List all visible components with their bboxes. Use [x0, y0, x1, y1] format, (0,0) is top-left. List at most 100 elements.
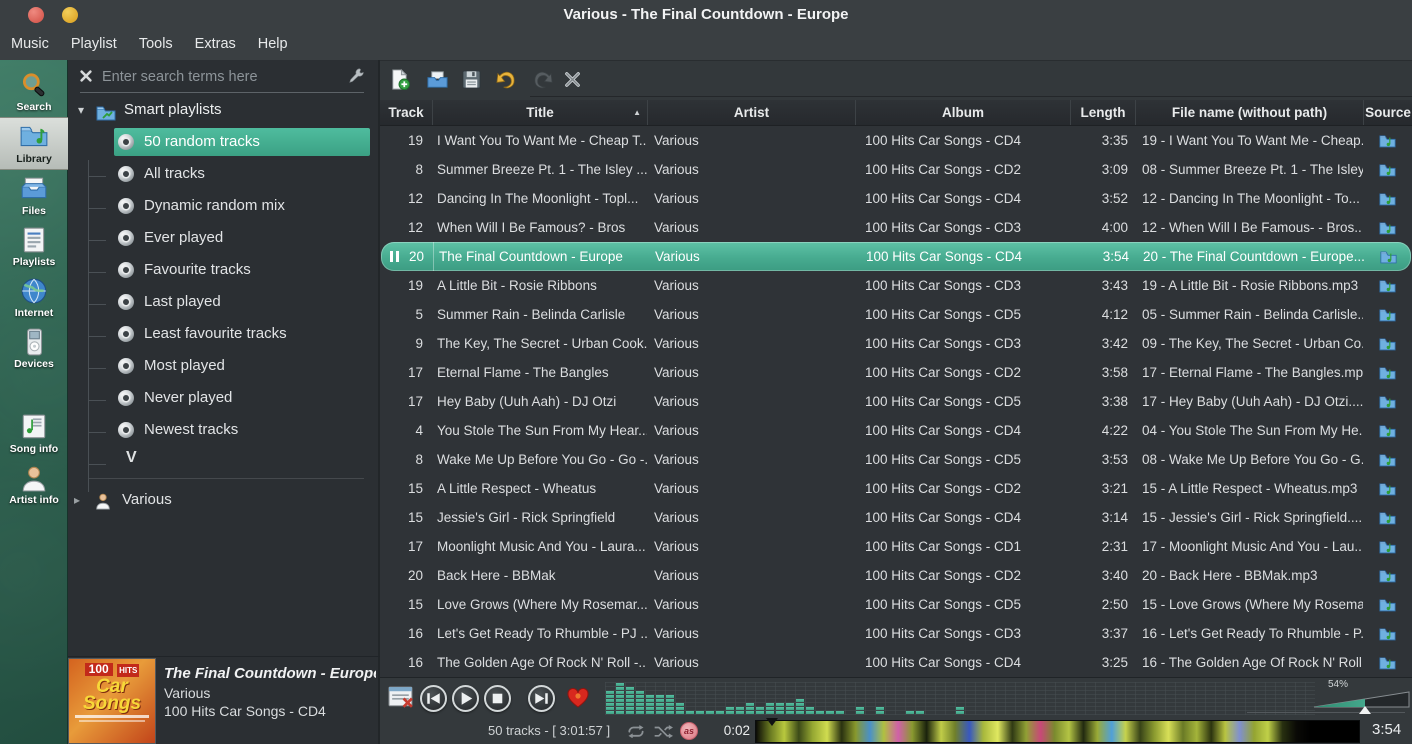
table-row[interactable]: 20Back Here - BBMakVarious100 Hits Car S… — [380, 561, 1412, 590]
open-playlist-icon[interactable] — [426, 68, 449, 91]
cell-filename: 15 - Love Grows (Where My Rosema... — [1135, 590, 1363, 619]
new-playlist-icon[interactable] — [388, 68, 411, 91]
playlist-most-played[interactable]: Most played — [68, 350, 378, 382]
volume-slider-thumb[interactable] — [1359, 706, 1371, 714]
library-source-icon — [1363, 213, 1412, 242]
menu-music[interactable]: Music — [0, 30, 60, 59]
wrench-icon[interactable] — [348, 67, 366, 85]
sidebar-item-search[interactable]: Search — [0, 66, 68, 117]
stop-button[interactable] — [484, 685, 511, 712]
scrobble-badge[interactable]: as — [680, 722, 698, 740]
cell-length: 2:50 — [1070, 590, 1135, 619]
table-row[interactable]: 17Moonlight Music And You - Laura...Vari… — [380, 532, 1412, 561]
next-button[interactable] — [528, 685, 555, 712]
column-header-file-name-without-path[interactable]: File name (without path) — [1135, 100, 1363, 125]
analyzer-bar — [686, 711, 694, 714]
table-row[interactable]: 15Jessie's Girl - Rick SpringfieldVariou… — [380, 503, 1412, 532]
table-row[interactable]: 5Summer Rain - Belinda CarlisleVarious10… — [380, 300, 1412, 329]
undo-icon[interactable] — [495, 68, 518, 91]
column-header-artist[interactable]: Artist — [647, 100, 855, 125]
seek-position-marker[interactable] — [766, 718, 778, 726]
table-row[interactable]: 12Dancing In The Moonlight - Topl...Vari… — [380, 184, 1412, 213]
cell-title: Back Here - BBMak — [432, 561, 647, 590]
column-header-track[interactable]: Track — [380, 100, 432, 125]
cell-album: 100 Hits Car Songs - CD3 — [855, 619, 1070, 648]
cell-album: 100 Hits Car Songs - CD2 — [855, 358, 1070, 387]
playlist-last-played[interactable]: Last played — [68, 286, 378, 318]
playlist-ever-played[interactable]: Ever played — [68, 222, 378, 254]
playlist-dynamic-random-mix[interactable]: Dynamic random mix — [68, 190, 378, 222]
cell-title: Love Grows (Where My Rosemar... — [432, 590, 647, 619]
cell-filename: 17 - Moonlight Music And You - Lau... — [1135, 532, 1363, 561]
column-header-source[interactable]: Source — [1363, 100, 1412, 125]
table-row[interactable]: 12When Will I Be Famous? - BrosVarious10… — [380, 213, 1412, 242]
sidebar-item-library[interactable]: Library — [0, 117, 68, 170]
table-row[interactable]: 16Let's Get Ready To Rhumble - PJ ...Var… — [380, 619, 1412, 648]
album-art[interactable]: 100 HITS Car Songs — [68, 658, 156, 744]
analyzer-bar — [756, 707, 764, 714]
clear-search-icon[interactable] — [79, 69, 93, 83]
menu-playlist[interactable]: Playlist — [60, 30, 128, 59]
search-input[interactable] — [100, 64, 334, 90]
now-playing-text: The Final Countdown - Europe Various 100… — [164, 665, 376, 719]
analyzer-bar — [786, 703, 794, 714]
column-header-length[interactable]: Length — [1070, 100, 1135, 125]
table-row[interactable]: 17Hey Baby (Uuh Aah) - DJ OtziVarious100… — [380, 387, 1412, 416]
menu-help[interactable]: Help — [247, 30, 299, 59]
playlist-50-random-tracks[interactable]: 50 random tracks — [68, 126, 378, 158]
seek-moodbar[interactable] — [755, 720, 1360, 743]
total-time: 3:54 — [1372, 721, 1401, 738]
cd-icon — [118, 166, 134, 182]
redo-icon[interactable] — [531, 68, 554, 91]
library-source-icon — [1364, 242, 1412, 271]
table-row[interactable]: 16The Golden Age Of Rock N' Roll -...Var… — [380, 648, 1412, 677]
table-row[interactable]: 15Love Grows (Where My Rosemar...Various… — [380, 590, 1412, 619]
table-row[interactable]: 9The Key, The Secret - Urban Cook...Vari… — [380, 329, 1412, 358]
sidebar-item-files[interactable]: Files — [0, 170, 68, 221]
library-source-icon — [1363, 561, 1412, 590]
playlist-newest-tracks[interactable]: Newest tracks — [68, 414, 378, 446]
tree-root-smart-playlists[interactable]: ▾Smart playlists — [68, 94, 378, 126]
playlist-least-favourite-tracks[interactable]: Least favourite tracks — [68, 318, 378, 350]
table-row[interactable]: 17Eternal Flame - The BanglesVarious100 … — [380, 358, 1412, 387]
menu-extras[interactable]: Extras — [184, 30, 247, 59]
library-source-icon — [1363, 532, 1412, 561]
library-source-icon — [1363, 387, 1412, 416]
sidebar-item-devices[interactable]: Devices — [0, 323, 68, 374]
cell-track: 19 — [380, 126, 432, 155]
table-row[interactable]: 15A Little Respect - WheatusVarious100 H… — [380, 474, 1412, 503]
playlist-all-tracks[interactable]: All tracks — [68, 158, 378, 190]
play-button[interactable] — [452, 685, 479, 712]
previous-button[interactable] — [420, 685, 447, 712]
artist-various[interactable]: ▸Various — [68, 485, 378, 515]
volume-slider-groove — [1247, 712, 1405, 713]
analyzer-bar — [716, 711, 724, 714]
love-heart-button[interactable] — [566, 686, 590, 710]
cell-title: The Golden Age Of Rock N' Roll -... — [432, 648, 647, 677]
analyzer-bar — [796, 699, 804, 714]
table-row[interactable]: 8Wake Me Up Before You Go - Go -...Vario… — [380, 445, 1412, 474]
column-header-album[interactable]: Album — [855, 100, 1070, 125]
save-playlist-icon[interactable] — [460, 68, 483, 91]
close-playlist-icon[interactable] — [561, 68, 584, 91]
menu-tools[interactable]: Tools — [128, 30, 184, 59]
table-row[interactable]: 19I Want You To Want Me - Cheap T...Vari… — [380, 126, 1412, 155]
sidebar-item-internet[interactable]: Internet — [0, 272, 68, 323]
sidebar-item-artist-info[interactable]: Artist info — [0, 459, 68, 510]
playlist-never-played[interactable]: Never played — [68, 382, 378, 414]
shuffle-icon[interactable] — [653, 725, 673, 738]
table-row-playing[interactable]: 20The Final Countdown - EuropeVarious100… — [381, 242, 1411, 271]
repeat-icon[interactable] — [626, 725, 646, 738]
table-row[interactable]: 8Summer Breeze Pt. 1 - The Isley ...Vari… — [380, 155, 1412, 184]
table-row[interactable]: 19A Little Bit - Rosie RibbonsVarious100… — [380, 271, 1412, 300]
clear-playlist-icon[interactable] — [388, 685, 415, 710]
library-source-icon — [1363, 648, 1412, 677]
cell-title: You Stole The Sun From My Hear... — [432, 416, 647, 445]
playlist-favourite-tracks[interactable]: Favourite tracks — [68, 254, 378, 286]
column-header-title[interactable]: Title▲ — [432, 100, 647, 125]
sidebar-item-song-info[interactable]: Song info — [0, 408, 68, 459]
artist-info-icon — [19, 463, 49, 493]
cell-length: 3:35 — [1070, 126, 1135, 155]
table-row[interactable]: 4You Stole The Sun From My Hear...Variou… — [380, 416, 1412, 445]
sidebar-item-playlists[interactable]: Playlists — [0, 221, 68, 272]
